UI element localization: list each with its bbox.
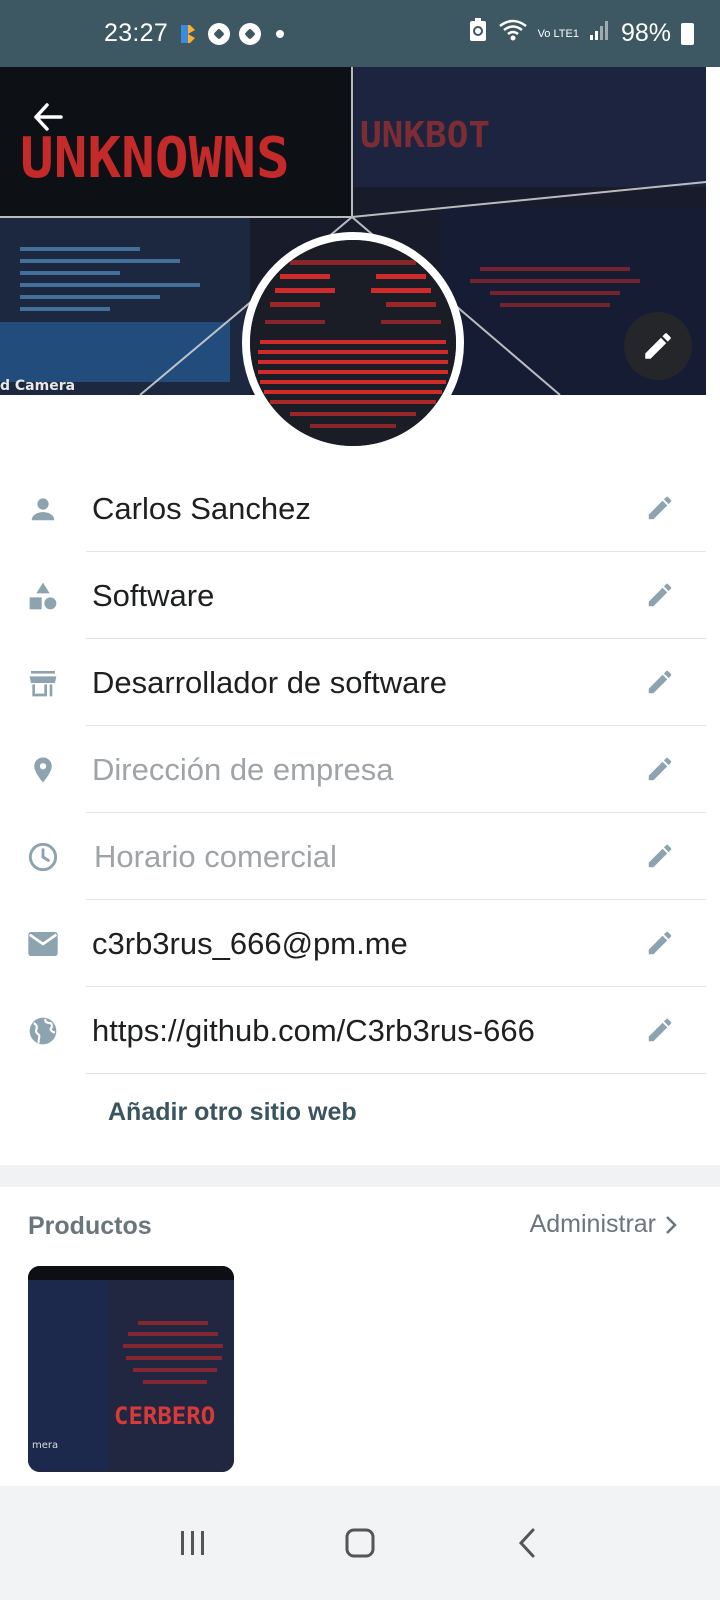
pencil-icon [648,583,672,607]
recycle-battery-saver-icon [468,18,488,49]
products-section-title: Productos [28,1212,152,1240]
home-button[interactable] [330,1513,390,1573]
field-website-row[interactable]: https://github.com/C3rb3rus-666 [0,987,720,1074]
svg-text:CERBERO: CERBERO [114,1402,215,1430]
svg-text:d Camera: d Camera [0,378,75,394]
add-website-link[interactable]: Añadir otro sitio web [108,1098,357,1127]
chevron-right-icon [666,1215,677,1234]
system-navigation-bar [0,1486,720,1600]
back-nav-button[interactable] [497,1513,557,1573]
soccer-ball-icon [208,22,231,45]
more-notifications-dot-icon [276,29,285,38]
pencil-icon [648,931,672,955]
globe-icon [26,1014,60,1048]
store-icon [26,666,60,700]
field-email-value: c3rb3rus_666@pm.me [92,926,408,961]
edit-description-button[interactable] [641,663,679,701]
field-hours-row[interactable]: Horario comercial [0,813,720,900]
pencil-icon [648,1018,672,1042]
network-label: Vo LTE1 [537,27,579,40]
status-bar: 23:27 Vo LTE1 98% [0,0,720,67]
pencil-icon [648,670,672,694]
edit-name-button[interactable] [641,489,679,527]
product-item[interactable]: CERBERO mera [28,1266,234,1472]
clock-icon [26,840,60,874]
field-address-row[interactable]: Dirección de empresa [0,726,720,813]
recent-apps-icon [181,1531,205,1555]
product-image: CERBERO mera [28,1266,234,1472]
battery-icon [681,22,694,45]
mail-icon [26,927,60,961]
field-category-row[interactable]: Software [0,552,720,639]
wifi-icon [498,18,528,49]
field-category-value: Software [92,578,215,613]
battery-percent: 98% [620,19,671,47]
field-website-value: https://github.com/C3rb3rus-666 [92,1013,535,1048]
status-left: 23:27 [104,19,285,48]
field-name-row[interactable]: Carlos Sanchez [0,465,720,552]
signal-icon [589,19,611,48]
edit-cover-button[interactable] [624,312,692,380]
manage-products-link[interactable]: Administrar [530,1210,678,1239]
field-description-value: Desarrollador de software [92,665,447,700]
field-description-row[interactable]: Desarrollador de software [0,639,720,726]
pencil-icon [648,844,672,868]
app-notification-icon [177,23,199,45]
location-pin-icon [26,753,60,787]
recent-apps-button[interactable] [163,1513,223,1573]
pencil-icon [648,496,672,520]
edit-website-button[interactable] [641,1011,679,1049]
field-email-row[interactable]: c3rb3rus_666@pm.me [0,900,720,987]
svg-text:mera: mera [32,1440,58,1451]
field-name-value: Carlos Sanchez [92,491,311,526]
status-time: 23:27 [104,19,169,47]
svg-text:UNKBOT: UNKBOT [360,115,490,156]
avatar-image [250,240,456,446]
chevron-left-icon [518,1528,535,1558]
profile-avatar[interactable] [242,232,464,454]
category-shapes-icon [26,579,60,613]
field-hours-placeholder: Horario comercial [94,839,337,874]
status-right: Vo LTE1 98% [468,18,694,49]
field-address-placeholder: Dirección de empresa [92,752,394,787]
back-button[interactable] [26,95,70,139]
arrow-left-icon [34,103,63,131]
section-divider [0,1165,720,1187]
soccer-ball-icon [239,22,262,45]
edit-hours-button[interactable] [641,837,679,875]
manage-products-label: Administrar [529,1210,656,1238]
edit-email-button[interactable] [641,924,679,962]
home-icon [345,1528,375,1558]
edit-category-button[interactable] [641,576,679,614]
profile-info-list: Carlos Sanchez Software Desarrollador de… [0,465,720,1074]
pencil-icon [645,333,671,359]
divider [86,1073,706,1074]
person-icon [26,492,60,526]
pencil-icon [648,757,672,781]
edit-address-button[interactable] [641,750,679,788]
